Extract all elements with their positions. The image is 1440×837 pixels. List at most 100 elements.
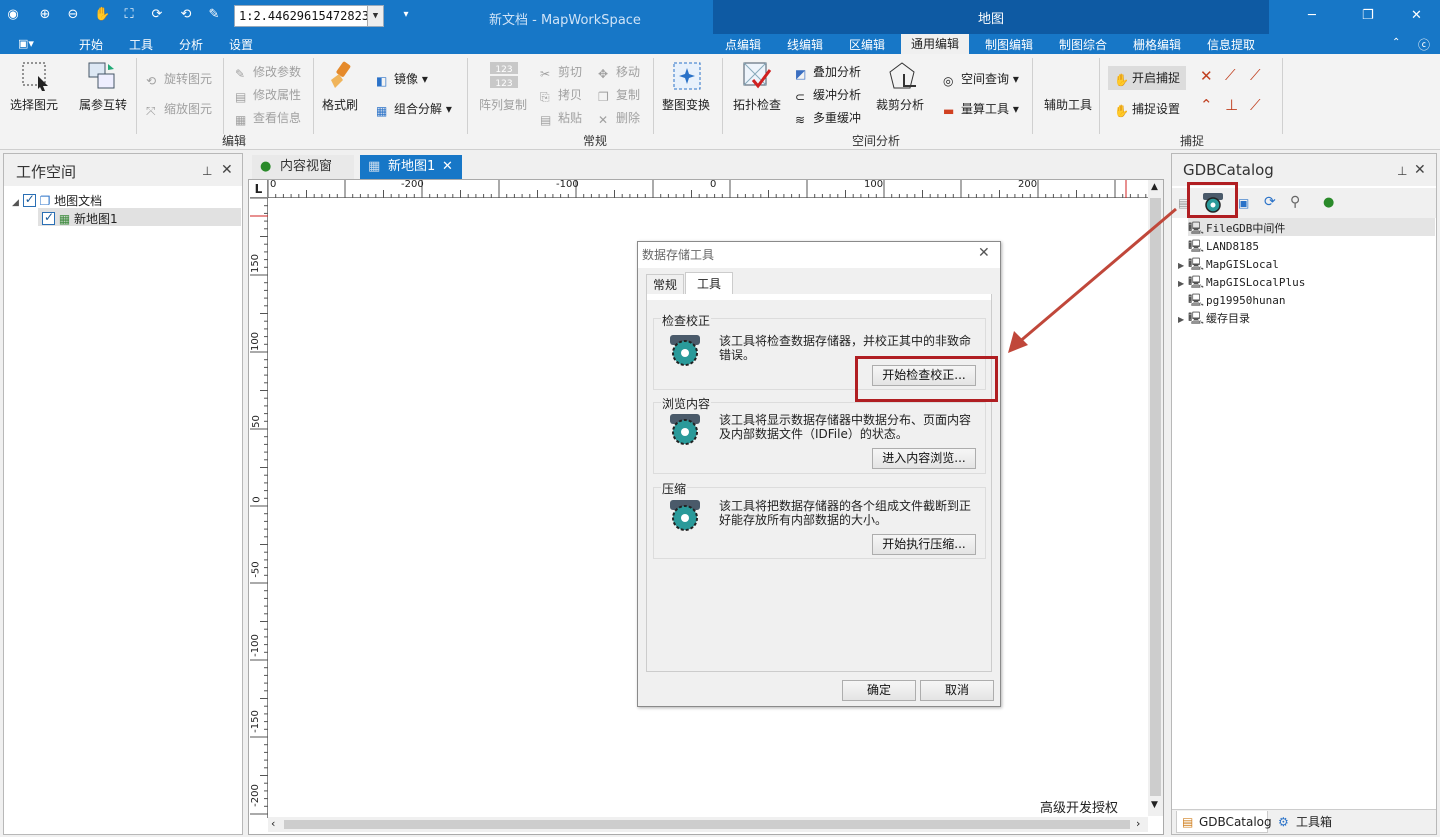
help-icon[interactable]: ⓒ (1418, 36, 1430, 53)
hand-snap-icon: ✋ (1114, 73, 1129, 87)
tab-gdb-catalog[interactable]: ▤ GDBCatalog (1176, 811, 1272, 833)
expand-triangle-icon[interactable]: ▶ (1178, 315, 1188, 324)
app-menu-icon[interactable]: ▣▾ (18, 37, 34, 50)
close-window-icon[interactable]: ✕ (1411, 8, 1422, 23)
snap-line-icon[interactable]: ⟋ (1225, 66, 1236, 84)
enable-snap-button[interactable]: ✋ 开启捕捉 (1108, 66, 1187, 90)
start-compress-button[interactable]: 开始执行压缩... (872, 534, 976, 555)
gdb-tree-item[interactable]: ▶ 🖳 缓存目录 (1178, 309, 1250, 330)
expand-triangle-icon[interactable]: ▶ (1178, 261, 1188, 270)
tree-item-new-map[interactable]: ▦ 新地图1 (42, 210, 118, 227)
restore-view-icon[interactable]: ⟲ (178, 7, 194, 23)
scroll-down-icon[interactable]: ▼ (1151, 800, 1158, 810)
checkbox[interactable] (42, 210, 55, 225)
tab-info-extract[interactable]: 信息提取 (1207, 36, 1255, 53)
window-title: 新文档 - MapWorkSpace (489, 13, 641, 28)
scroll-up-icon[interactable]: ▲ (1151, 182, 1158, 192)
workspace-title: 工作空间 (16, 163, 77, 181)
pin-icon[interactable]: ⊥ (202, 164, 212, 178)
chevron-down-icon[interactable]: ▼ (367, 6, 383, 26)
snap-vertex-icon[interactable]: ⌃ (1200, 96, 1213, 114)
copy-tool-icon: ⎘ (540, 90, 550, 104)
tab-analysis[interactable]: 分析 (179, 36, 203, 53)
search-icon[interactable]: ⚲ (1290, 194, 1300, 210)
tab-settings[interactable]: 设置 (229, 36, 253, 53)
scroll-thumb[interactable] (1150, 198, 1161, 796)
close-tab-icon[interactable]: ✕ (442, 155, 453, 179)
group-split-button[interactable]: ▦ 组合分解 ▾ (376, 100, 452, 118)
checkbox[interactable] (22, 192, 36, 207)
buffer-analysis-button[interactable]: ⊂ 缓冲分析 (795, 86, 861, 104)
snap-settings-button[interactable]: ✋ 捕捉设置 (1114, 100, 1180, 118)
scale-icon: ⤧ (146, 104, 156, 118)
dialog-tab-general[interactable]: 常规 (646, 274, 684, 294)
tab-start[interactable]: 开始 (79, 36, 103, 53)
magic-wand-icon[interactable]: ✎ (206, 7, 222, 23)
section-desc: 该工具将显示数据存储器中数据分布、页面内容及内部数据文件（IDFile）的状态。 (719, 413, 972, 441)
scroll-right-icon[interactable]: › (1136, 817, 1140, 830)
close-dialog-icon[interactable]: ✕ (978, 245, 990, 261)
close-panel-icon[interactable]: ✕ (221, 162, 233, 178)
refresh-view-icon[interactable]: ⟳ (149, 7, 165, 23)
assist-tools-button[interactable]: 辅助工具 (1044, 96, 1092, 113)
tab-carto-edit[interactable]: 制图编辑 (985, 36, 1033, 53)
cancel-button[interactable]: 取消 (920, 680, 994, 701)
tab-point-edit[interactable]: 点编辑 (725, 36, 761, 53)
globe-icon[interactable]: ● (1323, 195, 1334, 210)
close-panel-icon[interactable]: ✕ (1414, 162, 1426, 178)
copy-tool-button: ⎘ 拷贝 (540, 88, 583, 104)
gdb-item-label: LAND8185 (1206, 240, 1259, 253)
transform-button[interactable]: 整图变换 (662, 96, 710, 113)
tab-toolbox[interactable]: ⚙ 工具箱 (1276, 811, 1332, 833)
tab-general-edit[interactable]: 通用编辑 (901, 34, 970, 54)
expand-triangle-icon[interactable]: ▶ (1178, 279, 1188, 288)
pin-icon[interactable]: ⊥ (1397, 164, 1407, 178)
select-feature-button[interactable]: 选择图元 (10, 96, 58, 113)
vertical-scrollbar[interactable]: ▲ ▼ (1148, 180, 1163, 816)
duplicate-icon: ❐ (598, 90, 609, 104)
v-tick-label: -100 (249, 634, 261, 657)
clip-analysis-button[interactable]: 裁剪分析 (876, 96, 924, 113)
snap-perpendicular-icon[interactable]: ⊥ (1225, 96, 1238, 114)
topo-check-button[interactable]: 拓扑检查 (733, 96, 781, 113)
tree-item-map-doc[interactable]: ◢ ❐ 地图文档 (12, 192, 102, 209)
dialog-tab-tools[interactable]: 工具 (685, 272, 733, 295)
mirror-button[interactable]: ◧ 镜像 ▾ (376, 70, 428, 88)
tab-content-view[interactable]: ● 内容视窗 (252, 155, 354, 179)
workspace-panel (3, 153, 243, 835)
format-brush-button[interactable]: 格式刷 (322, 96, 358, 113)
attr-swap-button[interactable]: 属参互转 (79, 96, 127, 113)
zoom-in-icon[interactable]: ⊕ (37, 7, 53, 23)
catalog-settings-icon[interactable]: ▣ (1238, 196, 1249, 210)
tab-tools[interactable]: 工具 (129, 36, 153, 53)
pan-hand-icon[interactable]: ✋ (94, 7, 110, 23)
horizontal-scrollbar[interactable]: ‹ › (268, 817, 1148, 832)
quick-access-dropdown-icon[interactable]: ▾ (398, 7, 414, 23)
expand-triangle-icon[interactable]: ◢ (12, 198, 19, 208)
enter-browse-button[interactable]: 进入内容浏览... (872, 448, 976, 469)
ok-button[interactable]: 确定 (842, 680, 916, 701)
snap-intersection-icon[interactable]: ✕ (1200, 67, 1213, 85)
space-query-button[interactable]: ◎ 空间查询 ▾ (943, 70, 1019, 88)
minimize-icon[interactable]: ─ (1308, 8, 1316, 23)
tab-carto-generalize[interactable]: 制图综合 (1059, 36, 1107, 53)
collapse-ribbon-icon[interactable]: ⌃ (1392, 37, 1400, 48)
snap-nearest-icon[interactable]: ⟋ (1250, 96, 1261, 114)
tab-new-map[interactable]: ▦ 新地图1 ✕ (360, 155, 462, 179)
app-globe-icon[interactable]: ◉ (5, 7, 21, 23)
multi-buffer-button[interactable]: ≋ 多重缓冲 (795, 109, 861, 127)
scroll-thumb[interactable] (284, 820, 1130, 829)
tab-raster-edit[interactable]: 栅格编辑 (1133, 36, 1181, 53)
refresh-icon[interactable]: ⟳ (1264, 194, 1276, 210)
tab-line-edit[interactable]: 线编辑 (787, 36, 823, 53)
measure-tool-button[interactable]: ▬ 量算工具 ▾ (943, 100, 1019, 118)
scale-combobox[interactable]: 1:2.44629615472823 ▼ (234, 5, 384, 27)
tab-area-edit[interactable]: 区编辑 (849, 36, 885, 53)
snap-endpoint-icon[interactable]: ⟋ (1250, 66, 1261, 84)
full-extent-icon[interactable]: ⛶ (121, 7, 137, 23)
overlay-analysis-button[interactable]: ◩ 叠加分析 (795, 63, 861, 81)
scroll-left-icon[interactable]: ‹ (271, 817, 275, 830)
zoom-out-icon[interactable]: ⊖ (65, 7, 81, 23)
maximize-icon[interactable]: ❐ (1362, 8, 1374, 23)
v-tick-label: 0 (251, 496, 263, 503)
